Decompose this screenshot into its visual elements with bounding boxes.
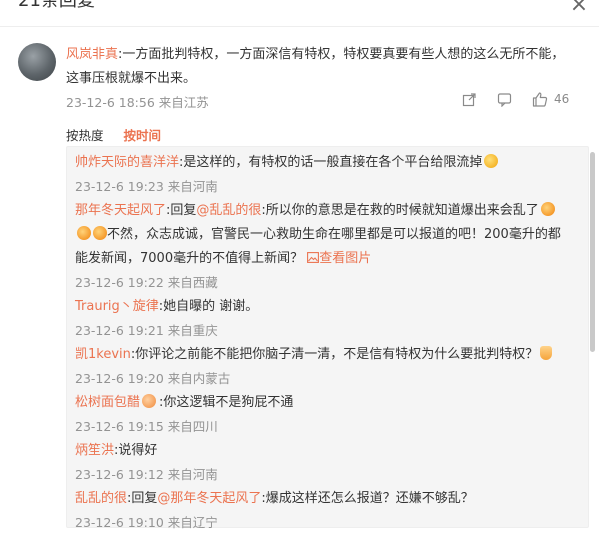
reply-author[interactable]: 松树面包醋 — [75, 395, 140, 410]
reply-meta: 23-12-6 19:12 来自河南 — [75, 467, 218, 482]
reply-body: 乱乱的很:回复@那年冬天起风了:爆成这样还怎么报道？还嫌不够乱？ — [75, 487, 567, 511]
like-icon — [532, 91, 548, 107]
replies-title: 21条回复 — [18, 0, 95, 11]
close-icon[interactable]: × — [568, 0, 590, 16]
reply-item: Traurig丶旋律:她自曝的 谢谢。 23-12-6 19:21 来自重庆 — [67, 295, 567, 343]
tab-sort-by-time[interactable]: 按时间 — [124, 125, 162, 144]
comment-actions: 46 — [462, 88, 569, 110]
reply-prefix: :回复 — [166, 203, 197, 218]
reply-meta: 23-12-6 19:21 来自重庆 — [75, 323, 218, 338]
main-comment-author[interactable]: 风岚非真 — [66, 47, 118, 62]
reply-list: 帅炸天际的喜洋洋:是这样的，有特权的话一般直接在各个平台给限流掉 23-12-6… — [67, 151, 567, 535]
reply-item: 炳笙洪:说得好 23-12-6 19:12 来自河南 — [67, 439, 567, 487]
reply-author[interactable]: 凯1kevin — [75, 347, 131, 362]
reply-author[interactable]: 帅炸天际的喜洋洋 — [75, 155, 179, 170]
scrollbar-thumb[interactable] — [590, 152, 595, 352]
reply-author[interactable]: 那年冬天起风了 — [75, 203, 166, 218]
laughing-emoji-icon — [484, 154, 499, 168]
reply-text: :说得好 — [114, 443, 158, 458]
reply-body: 松树面包醋 :你这逻辑不是狗屁不通 — [75, 391, 567, 415]
view-picture-label: 查看图片 — [319, 251, 372, 266]
reply-prefix: :回复 — [127, 491, 158, 506]
reply-text: :她自曝的 谢谢。 — [158, 299, 259, 314]
comment-action[interactable] — [497, 92, 512, 107]
tab-sort-by-hot[interactable]: 按热度 — [66, 125, 104, 144]
reply-body: 凯1kevin:你评论之前能不能把你脑子清一清，不是信有特权为什么要批判特权？ — [75, 343, 567, 367]
picture-icon — [307, 252, 320, 263]
reply-text: :你这逻辑不是狗屁不通 — [159, 395, 294, 410]
crown-badge-icon — [142, 394, 157, 408]
avatar[interactable] — [18, 43, 56, 81]
reply-meta: 23-12-6 19:22 来自西藏 — [75, 275, 218, 290]
reply-item: 帅炸天际的喜洋洋:是这样的，有特权的话一般直接在各个平台给限流掉 23-12-6… — [67, 151, 567, 199]
reply-mention[interactable]: @乱乱的很 — [196, 203, 261, 218]
reply-author[interactable]: Traurig丶旋律 — [75, 299, 159, 314]
reply-body: Traurig丶旋律:她自曝的 谢谢。 — [75, 295, 567, 319]
reply-meta: 23-12-6 19:23 来自河南 — [75, 179, 218, 194]
reply-item: 那年冬天起风了:回复@乱乱的很:所以你的意思是在救的时候就知道爆出来会乱了不然，… — [67, 199, 567, 295]
reply-meta: 23-12-6 19:10 来自辽宁 — [75, 515, 218, 530]
thumbs-up-emoji-icon — [540, 346, 553, 360]
main-comment: 风岚非真:一方面批判特权，一方面深信有特权，特权要真要有些人想的这么无所不能，这… — [66, 43, 566, 91]
reply-text: :是这样的，有特权的话一般直接在各个平台给限流掉 — [179, 155, 483, 170]
reply-body: 帅炸天际的喜洋洋:是这样的，有特权的话一般直接在各个平台给限流掉 — [75, 151, 567, 175]
reply-author[interactable]: 炳笙洪 — [75, 443, 114, 458]
reply-text: :所以你的意思是在救的时候就知道爆出来会乱了 — [261, 203, 539, 218]
angry-emoji-icon — [93, 226, 107, 240]
main-comment-text: :一方面批判特权，一方面深信有特权，特权要真要有些人想的这么无所不能，这事压根就… — [66, 47, 565, 86]
angry-emoji-icon — [77, 226, 91, 240]
reply-mention[interactable]: @那年冬天起风了 — [157, 491, 261, 506]
sort-tabs: 按热度 按时间 — [66, 125, 161, 144]
reply-body: 炳笙洪:说得好 — [75, 439, 567, 463]
reply-author[interactable]: 乱乱的很 — [75, 491, 127, 506]
reply-text: :爆成这样还怎么报道？还嫌不够乱？ — [261, 491, 474, 506]
reply-item: 松树面包醋 :你这逻辑不是狗屁不通 23-12-6 19:15 来自四川 — [67, 391, 567, 439]
comment-icon — [497, 92, 512, 107]
main-comment-meta: 23-12-6 18:56 来自江苏 — [66, 95, 209, 110]
reply-item: 凯1kevin:你评论之前能不能把你脑子清一清，不是信有特权为什么要批判特权？ … — [67, 343, 567, 391]
reply-meta: 23-12-6 19:15 来自四川 — [75, 419, 218, 434]
reply-item: 乱乱的很:回复@那年冬天起风了:爆成这样还怎么报道？还嫌不够乱？ 23-12-6… — [67, 487, 567, 535]
share-action[interactable] — [462, 92, 477, 107]
like-count: 46 — [554, 92, 570, 106]
reply-meta: 23-12-6 19:20 来自内蒙古 — [75, 371, 231, 386]
share-icon — [462, 92, 476, 106]
replies-panel: 帅炸天际的喜洋洋:是这样的，有特权的话一般直接在各个平台给限流掉 23-12-6… — [66, 146, 589, 530]
like-action[interactable]: 46 — [532, 91, 570, 107]
view-picture-link[interactable]: 查看图片 — [307, 251, 371, 266]
reply-text: :你评论之前能不能把你脑子清一清，不是信有特权为什么要批判特权？ — [130, 347, 539, 362]
dialog-header: 21条回复 × — [0, 0, 599, 27]
angry-emoji-icon — [540, 202, 555, 216]
reply-body: 那年冬天起风了:回复@乱乱的很:所以你的意思是在救的时候就知道爆出来会乱了不然，… — [75, 199, 567, 271]
